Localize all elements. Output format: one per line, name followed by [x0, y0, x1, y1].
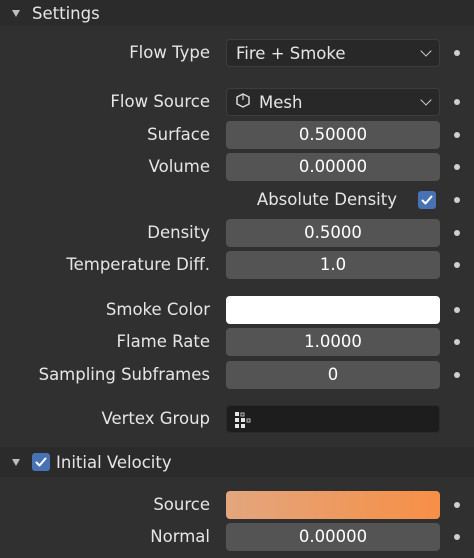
normal-field[interactable]: 0.00000: [226, 523, 440, 551]
keyframe-dot-icon[interactable]: [454, 197, 460, 203]
settings-panel-header[interactable]: Settings: [0, 0, 474, 26]
normal-label: Normal: [150, 527, 210, 546]
keyframe-dot-icon[interactable]: [454, 262, 460, 268]
flow-settings-panel: Settings Flow Type Fire + Smoke Flow Sou…: [0, 0, 474, 558]
normal-row: Normal 0.00000: [0, 522, 474, 552]
volume-label: Volume: [148, 157, 210, 176]
chevron-down-icon: [420, 93, 432, 106]
initial-velocity-checkbox[interactable]: [32, 453, 50, 471]
smoke-color-row: Smoke Color: [0, 295, 474, 325]
flame-rate-field[interactable]: 1.0000: [226, 328, 440, 356]
vertex-group-field[interactable]: [226, 405, 440, 433]
keyframe-dot-icon[interactable]: [454, 307, 460, 313]
vertex-group-label: Vertex Group: [101, 409, 210, 428]
source-gradient-field[interactable]: [226, 491, 440, 519]
flow-source-value: Mesh: [259, 92, 303, 112]
sampling-subframes-row: Sampling Subframes 0: [0, 360, 474, 390]
volume-field[interactable]: 0.00000: [226, 153, 440, 181]
density-field[interactable]: 0.5000: [226, 219, 440, 247]
flow-source-dropdown[interactable]: Mesh: [226, 88, 440, 116]
flow-type-dropdown[interactable]: Fire + Smoke: [226, 39, 440, 67]
source-label: Source: [153, 495, 210, 514]
chevron-down-icon: [420, 44, 432, 57]
flow-type-label: Flow Type: [129, 43, 210, 62]
volume-row: Volume 0.00000: [0, 152, 474, 182]
keyframe-dot-icon[interactable]: [454, 230, 460, 236]
flame-rate-label: Flame Rate: [116, 332, 211, 351]
smoke-color-swatch[interactable]: [226, 296, 440, 324]
surface-field[interactable]: 0.50000: [226, 121, 440, 149]
flow-source-row: Flow Source Mesh: [0, 87, 474, 117]
keyframe-dot-icon[interactable]: [454, 372, 460, 378]
absolute-density-checkbox[interactable]: [418, 191, 436, 209]
settings-header-label: Settings: [32, 3, 100, 23]
keyframe-dot-icon[interactable]: [454, 99, 460, 105]
sampling-subframes-label: Sampling Subframes: [38, 365, 210, 384]
temperature-diff-field[interactable]: 1.0: [226, 251, 440, 279]
collapse-triangle-icon[interactable]: [12, 9, 20, 17]
keyframe-dot-icon[interactable]: [454, 164, 460, 170]
vertex-group-icon: [233, 410, 253, 434]
mesh-icon: [233, 90, 253, 114]
keyframe-dot-icon[interactable]: [454, 132, 460, 138]
keyframe-dot-icon[interactable]: [454, 534, 460, 540]
density-label: Density: [147, 223, 210, 242]
vertex-group-row: Vertex Group: [0, 404, 474, 434]
temperature-diff-row: Temperature Diff. 1.0: [0, 250, 474, 280]
sampling-subframes-field[interactable]: 0: [226, 361, 440, 389]
collapse-triangle-icon[interactable]: [12, 458, 20, 466]
absolute-density-label: Absolute Density: [256, 190, 397, 209]
initial-velocity-label: Initial Velocity: [56, 452, 172, 472]
keyframe-dot-icon[interactable]: [454, 339, 460, 345]
density-row: Density 0.5000: [0, 218, 474, 248]
temperature-diff-label: Temperature Diff.: [66, 255, 210, 274]
flow-type-row: Flow Type Fire + Smoke: [0, 38, 474, 68]
keyframe-dot-icon[interactable]: [454, 502, 460, 508]
flame-rate-row: Flame Rate 1.0000: [0, 327, 474, 357]
keyframe-dot-icon[interactable]: [454, 50, 460, 56]
initial-velocity-header[interactable]: Initial Velocity: [0, 447, 474, 477]
smoke-color-label: Smoke Color: [105, 300, 210, 319]
source-row: Source: [0, 490, 474, 520]
surface-row: Surface 0.50000: [0, 120, 474, 150]
absolute-density-row: Absolute Density: [0, 185, 474, 215]
flow-type-value: Fire + Smoke: [236, 43, 346, 63]
flow-source-label: Flow Source: [110, 92, 210, 111]
surface-label: Surface: [147, 125, 210, 144]
